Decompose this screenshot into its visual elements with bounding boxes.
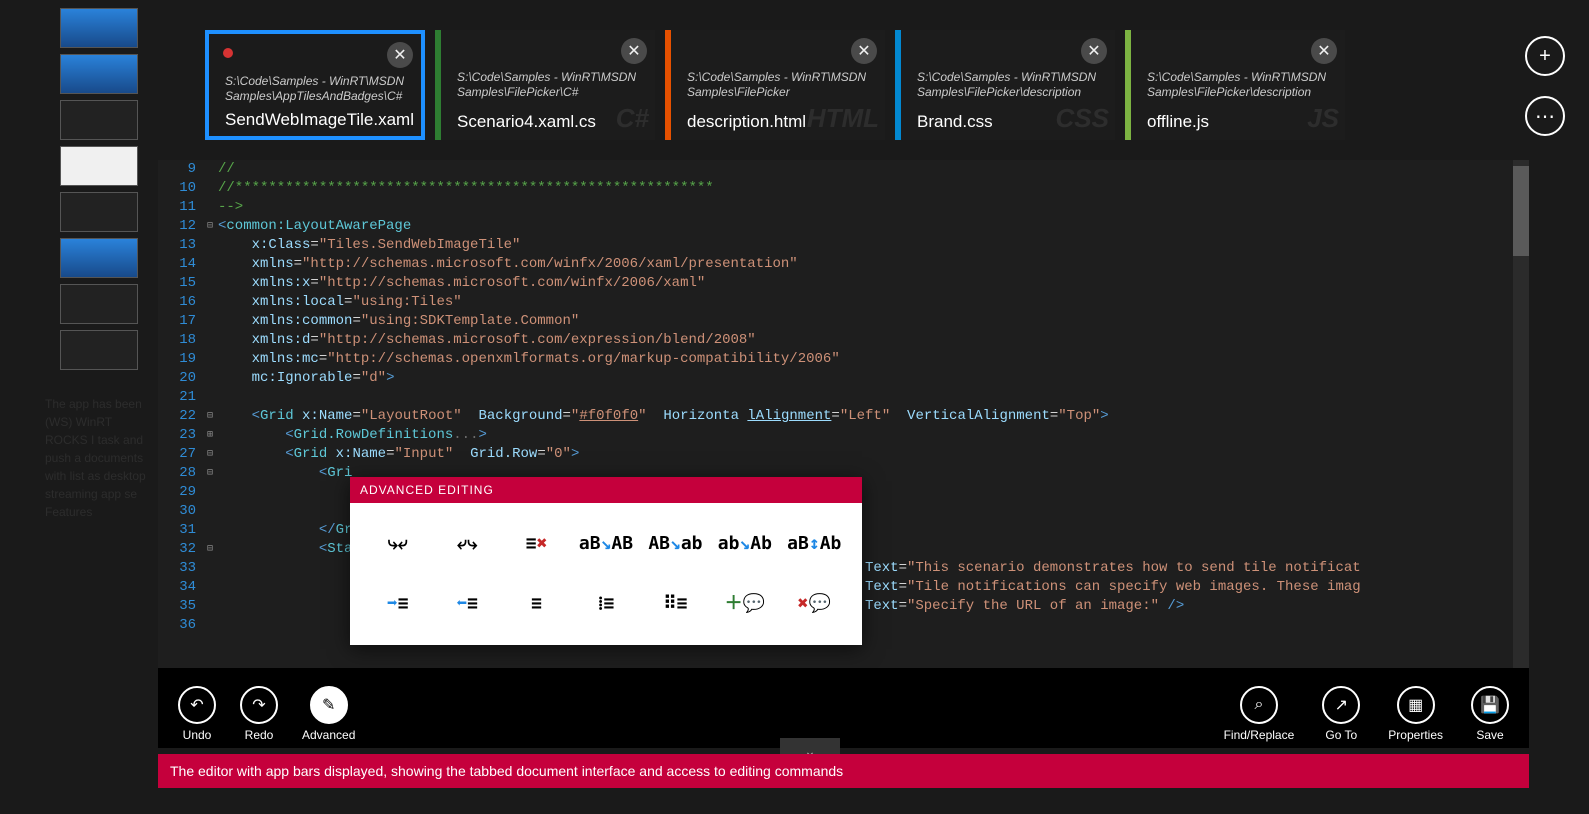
thumbnail[interactable] <box>60 330 138 370</box>
uppercase-icon[interactable]: aB↘AB <box>574 517 637 571</box>
tab-path: S:\Code\Samples - WinRT\MSDN Samples\Fil… <box>917 70 1103 100</box>
tab-scenario4-xaml-cs[interactable]: ✕ S:\Code\Samples - WinRT\MSDN Samples\Fi… <box>435 30 655 140</box>
thumbnail[interactable] <box>60 100 138 140</box>
delete-line-icon[interactable]: ≡✖ <box>505 517 568 571</box>
thumbnail[interactable] <box>60 284 138 324</box>
close-icon[interactable]: ✕ <box>1311 38 1337 64</box>
find-icon: ⌕ <box>1240 686 1278 724</box>
move-right-icon[interactable]: ⤶⤷ <box>435 517 498 571</box>
thumbnail[interactable] <box>60 238 138 278</box>
tab-bar: ✕ S:\Code\Samples - WinRT\MSDN Samples\Ap… <box>205 30 1529 150</box>
redo-icon: ↷ <box>240 686 278 724</box>
goto-icon: ↗ <box>1322 686 1360 724</box>
properties-button[interactable]: ▦ Properties <box>1388 686 1443 742</box>
lowercase-icon[interactable]: AB↘ab <box>644 517 707 571</box>
button-label: Save <box>1476 728 1503 742</box>
dirty-indicator-icon <box>223 48 233 58</box>
undo-icon: ↶ <box>178 686 216 724</box>
flyout-title: ADVANCED EDITING <box>350 477 862 503</box>
properties-icon: ▦ <box>1397 686 1435 724</box>
goto-button[interactable]: ↗ Go To <box>1322 686 1360 742</box>
format-icon[interactable]: ≡ <box>505 577 568 631</box>
comment-icon[interactable]: ＋💬 <box>713 577 776 631</box>
thumbnail[interactable] <box>60 146 138 186</box>
tab-path: S:\Code\Samples - WinRT\MSDN Samples\Fil… <box>457 70 643 100</box>
button-label: Redo <box>245 728 274 742</box>
uncomment-icon[interactable]: ✖💬 <box>783 577 846 631</box>
find-button[interactable]: ⌕ Find/Replace <box>1224 686 1295 742</box>
swap-case-icon[interactable]: aB↕Ab <box>783 517 846 571</box>
button-label: Find/Replace <box>1224 728 1295 742</box>
add-button[interactable]: + <box>1525 36 1565 76</box>
background-article-text: The app has been (WS) WinRT ROCKS I task… <box>45 395 155 521</box>
button-label: Undo <box>183 728 212 742</box>
close-icon[interactable]: ✕ <box>1081 38 1107 64</box>
fold-gutter[interactable]: ⊟⊟⊞⊟⊟⊟ <box>202 160 218 746</box>
vertical-scrollbar[interactable] <box>1513 160 1529 746</box>
tab-language-badge: CSS <box>1056 103 1109 134</box>
app-bar: ↶ Undo ↷ Redo ✎ Advanced ⌕ Find/Replace ↗ Go To ▦… <box>158 668 1529 748</box>
move-left-icon[interactable]: ⤷⤶ <box>366 517 429 571</box>
tab-filename: SendWebImageTile.xaml <box>225 110 409 130</box>
button-label: Go To <box>1325 728 1357 742</box>
thumbnail[interactable] <box>60 192 138 232</box>
line-numbers: 9101112131415161718192021222327282930313… <box>158 160 202 746</box>
capitalize-icon[interactable]: ab↘Ab <box>713 517 776 571</box>
tab-filename: offline.js <box>1147 112 1333 132</box>
advanced-button[interactable]: ✎ Advanced <box>302 686 355 742</box>
code-content[interactable]: ////************************************… <box>218 160 1529 746</box>
list-bul-icon[interactable]: ⠿≡ <box>644 577 707 631</box>
save-button[interactable]: 💾 Save <box>1471 686 1509 742</box>
button-label: Advanced <box>302 728 355 742</box>
caption-bar: The editor with app bars displayed, show… <box>158 754 1529 788</box>
indent-icon[interactable]: ➡≡ <box>366 577 429 631</box>
tab-brand-css[interactable]: ✕ S:\Code\Samples - WinRT\MSDN Samples\Fi… <box>895 30 1115 140</box>
redo-button[interactable]: ↷ Redo <box>240 686 278 742</box>
close-icon[interactable]: ✕ <box>621 38 647 64</box>
tab-language-badge: HTML <box>807 103 879 134</box>
tab-language-badge: C# <box>616 103 649 134</box>
undo-button[interactable]: ↶ Undo <box>178 686 216 742</box>
outdent-icon[interactable]: ⬅≡ <box>435 577 498 631</box>
list-num-icon[interactable]: ⁞≡ <box>574 577 637 631</box>
close-icon[interactable]: ✕ <box>851 38 877 64</box>
tab-path: S:\Code\Samples - WinRT\MSDN Samples\App… <box>225 74 409 104</box>
thumbnail[interactable] <box>60 54 138 94</box>
advanced-editing-flyout: ADVANCED EDITING ⤷⤶⤶⤷≡✖aB↘ABAB↘abab↘AbaB… <box>350 477 862 645</box>
tab-path: S:\Code\Samples - WinRT\MSDN Samples\Fil… <box>687 70 873 100</box>
advanced-icon: ✎ <box>310 686 348 724</box>
tab-path: S:\Code\Samples - WinRT\MSDN Samples\Fil… <box>1147 70 1333 100</box>
thumbnail[interactable] <box>60 8 138 48</box>
more-button[interactable]: ⋯ <box>1525 96 1565 136</box>
tab-description-html[interactable]: ✕ S:\Code\Samples - WinRT\MSDN Samples\Fi… <box>665 30 885 140</box>
thumbnail-strip <box>60 8 145 370</box>
save-icon: 💾 <box>1471 686 1509 724</box>
button-label: Properties <box>1388 728 1443 742</box>
tab-language-badge: JS <box>1307 103 1339 134</box>
tab-offline-js[interactable]: ✕ S:\Code\Samples - WinRT\MSDN Samples\Fi… <box>1125 30 1345 140</box>
code-editor[interactable]: 9101112131415161718192021222327282930313… <box>158 160 1529 746</box>
close-icon[interactable]: ✕ <box>387 42 413 68</box>
tab-sendwebimagetile-xaml[interactable]: ✕ S:\Code\Samples - WinRT\MSDN Samples\Ap… <box>205 30 425 140</box>
